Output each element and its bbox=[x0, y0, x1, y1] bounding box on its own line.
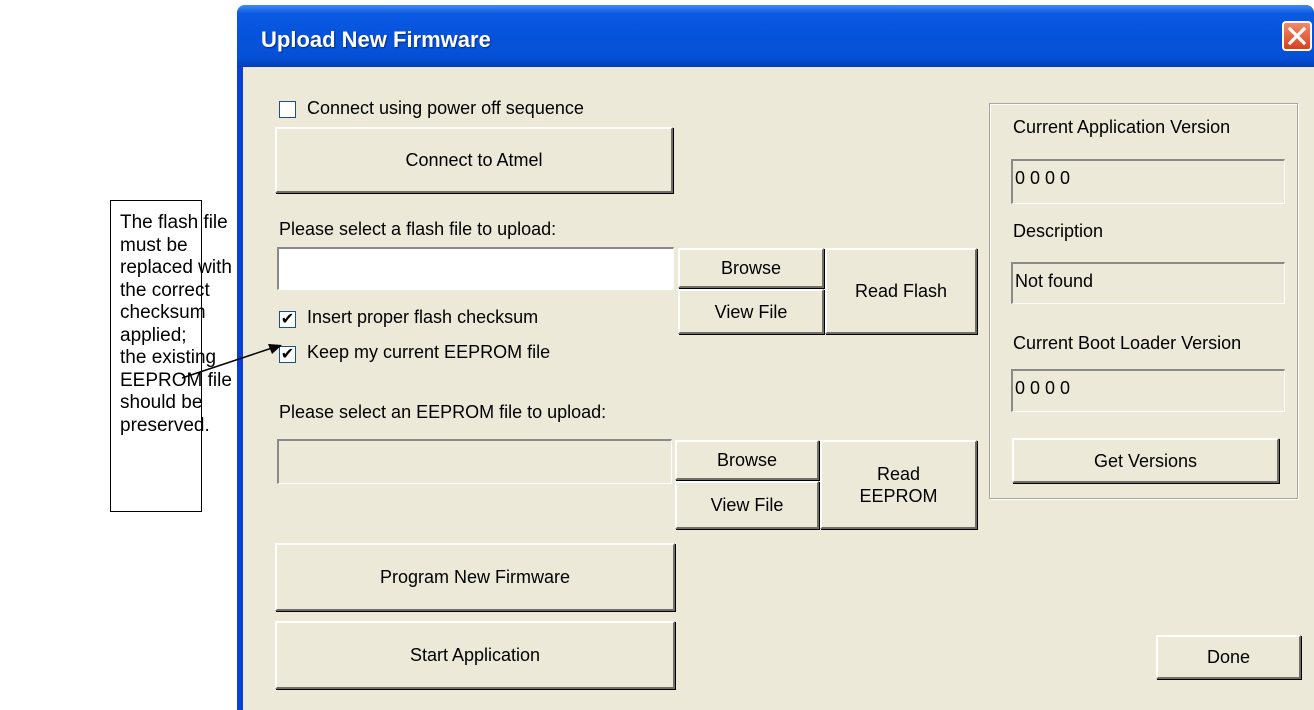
done-button[interactable]: Done bbox=[1156, 635, 1301, 679]
read-eeprom-line2: EEPROM bbox=[859, 485, 938, 506]
read-flash-button[interactable]: Read Flash bbox=[825, 248, 977, 334]
callout-line: should be bbox=[120, 392, 203, 413]
checksum-checkbox[interactable]: ✔ bbox=[279, 311, 296, 328]
callout-line: preserved. bbox=[120, 414, 210, 436]
callout-line: the correct bbox=[120, 279, 210, 301]
flash-browse-button[interactable]: Browse bbox=[678, 248, 824, 288]
start-application-button[interactable]: Start Application bbox=[275, 621, 675, 689]
connect-to-atmel-button[interactable]: Connect to Atmel bbox=[275, 127, 673, 193]
power-off-label[interactable]: Connect using power off sequence bbox=[307, 98, 584, 119]
eeprom-view-file-button[interactable]: View File bbox=[675, 481, 819, 529]
callout-line: applied; bbox=[120, 324, 187, 346]
callout-line: the existing bbox=[120, 347, 217, 368]
annotation-callout: The flash file must be replaced with the… bbox=[110, 200, 232, 512]
app-version-field: 0 0 0 0 bbox=[1011, 159, 1285, 204]
flash-file-field[interactable] bbox=[277, 247, 674, 290]
eeprom-browse-button[interactable]: Browse bbox=[675, 440, 819, 480]
eeprom-file-field bbox=[277, 439, 672, 484]
upload-firmware-dialog: Upload New Firmware Connect using power … bbox=[237, 5, 1314, 710]
flash-view-file-button[interactable]: View File bbox=[678, 289, 824, 334]
dialog-body: Connect using power off sequence Connect… bbox=[243, 67, 1314, 710]
power-off-checkbox[interactable] bbox=[279, 101, 296, 118]
eeprom-file-prompt: Please select an EEPROM file to upload: bbox=[279, 402, 607, 422]
boot-loader-version-field: 0 0 0 0 bbox=[1011, 369, 1285, 412]
callout-line: must be bbox=[120, 234, 188, 256]
read-eeprom-button[interactable]: Read EEPROM bbox=[820, 440, 977, 529]
callout-line: replaced with bbox=[120, 257, 232, 278]
get-versions-button[interactable]: Get Versions bbox=[1012, 438, 1279, 483]
callout-line: The flash file bbox=[120, 212, 228, 233]
callout-line: checksum bbox=[120, 302, 206, 323]
checksum-label[interactable]: Insert proper flash checksum bbox=[307, 307, 538, 328]
program-new-firmware-button[interactable]: Program New Firmware bbox=[275, 543, 675, 611]
close-icon bbox=[1287, 26, 1307, 46]
callout-line: EEPROM file bbox=[120, 369, 232, 391]
flash-file-prompt: Please select a flash file to upload: bbox=[279, 219, 557, 239]
close-button[interactable] bbox=[1282, 21, 1312, 51]
read-eeprom-line1: Read bbox=[876, 463, 921, 484]
keep-eeprom-checkbox[interactable]: ✔ bbox=[279, 346, 296, 363]
boot-loader-version-label: Current Boot Loader Version bbox=[1013, 333, 1242, 353]
description-field: Not found bbox=[1011, 262, 1285, 304]
title-bar[interactable]: Upload New Firmware bbox=[237, 5, 1314, 67]
flash-file-input[interactable] bbox=[279, 249, 673, 289]
keep-eeprom-label[interactable]: Keep my current EEPROM file bbox=[307, 342, 550, 363]
app-version-label: Current Application Version bbox=[1013, 117, 1231, 137]
window-title: Upload New Firmware bbox=[261, 27, 491, 52]
eeprom-file-input bbox=[279, 441, 671, 483]
description-label: Description bbox=[1013, 221, 1104, 241]
